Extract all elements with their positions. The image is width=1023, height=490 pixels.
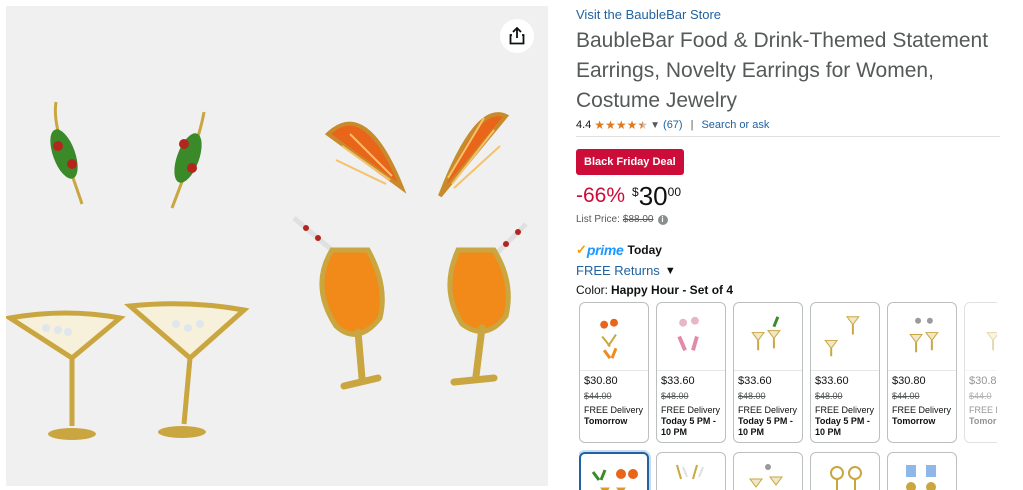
star-icon: ★ [626, 118, 638, 132]
list-price: List Price: $88.00 i [576, 214, 668, 225]
variant-swatch[interactable]: $30.80 $44.00 FREE Delivery Tomorrow [579, 302, 649, 443]
variant-delivery: FREE Delivery Today 5 PM - 10 PM [738, 405, 798, 437]
product-page: Visit the BaubleBar Store BaubleBar Food… [0, 0, 1023, 490]
variant-swatch-selected[interactable] [579, 452, 649, 490]
store-link[interactable]: Visit the BaubleBar Store [576, 7, 721, 22]
variant-delivery: FREE Delivery Tomorrow [892, 405, 952, 426]
variant-swatch[interactable] [656, 452, 726, 490]
variant-thumbnail [965, 332, 997, 371]
earrings-image [6, 101, 528, 440]
prime-day: Today [627, 243, 662, 257]
variant-swatch[interactable]: $30.8 $44.0 FREE DTomor [964, 302, 997, 443]
rating-row: 4.4 ★ ★ ★ ★ ★ ▼ (67) | Search or ask [576, 117, 769, 133]
variant-swatch[interactable] [887, 452, 957, 490]
star-icon: ★ [605, 118, 616, 132]
variant-old-price: $44.00 [584, 391, 612, 401]
variant-price: $30.80 [584, 375, 618, 387]
variant-price: $33.60 [815, 375, 849, 387]
variant-price: $30.8 [969, 375, 997, 387]
star-rating[interactable]: ★ ★ ★ ★ ★ [594, 119, 648, 131]
martini-glass-left [6, 310, 126, 440]
chevron-down-icon: ▼ [664, 264, 676, 277]
variant-thumbnail [811, 316, 879, 371]
color-label: Color: [576, 283, 609, 297]
spritz-glass-left [292, 216, 385, 390]
variant-delivery: FREE Delivery Today 5 PM - 10 PM [815, 405, 875, 437]
color-selector-label: Color: Happy Hour - Set of 4 [576, 283, 733, 297]
free-returns-link[interactable]: FREE Returns ▼ [576, 263, 676, 278]
price-symbol: $ [632, 185, 639, 199]
prime-badge: ✓ prime Today [576, 242, 662, 258]
price-whole: 30 [638, 181, 668, 211]
prime-logo: prime [586, 242, 624, 258]
martini-glass-right [123, 301, 250, 438]
variant-old-price: $44.00 [892, 391, 920, 401]
olive-earring-right [170, 111, 206, 209]
variant-swatch[interactable]: $33.60 $48.00 FREE Delivery Today 5 PM - … [733, 302, 803, 443]
variant-price: $33.60 [738, 375, 772, 387]
chevron-down-icon[interactable]: ▼ [650, 120, 660, 131]
rating-value: 4.4 [576, 119, 592, 131]
discount-percent: -66% [576, 184, 626, 207]
product-details: Visit the BaubleBar Store BaubleBar Food… [576, 0, 1016, 490]
list-price-value: $88.00 [622, 214, 654, 225]
variant-thumbnail [591, 469, 638, 490]
price-fraction: 00 [667, 185, 681, 199]
variant-price: $33.60 [661, 375, 695, 387]
variant-swatch[interactable] [733, 452, 803, 490]
variant-price: $30.80 [892, 375, 926, 387]
variant-thumbnail [749, 464, 783, 488]
share-button[interactable] [500, 19, 534, 53]
orange-slice-left [324, 121, 407, 194]
variant-swatch[interactable]: $33.60 $48.00 FREE Delivery Today 5 PM - … [656, 302, 726, 443]
variant-old-price: $48.00 [815, 391, 843, 401]
star-icon: ★ [615, 118, 627, 132]
variant-thumbnail [676, 464, 704, 480]
product-title: BaubleBar Food & Drink-Themed Statement … [576, 29, 989, 112]
separator: | [690, 119, 694, 131]
prime-check-icon: ✓ [576, 242, 587, 257]
variant-thumbnail [906, 465, 936, 490]
half-star-icon: ★ [637, 118, 649, 132]
olive-earring-left [50, 101, 84, 205]
variant-thumbnail [580, 318, 648, 371]
variant-thumbnail [830, 466, 862, 490]
orange-slice-right [438, 112, 510, 198]
list-price-label: List Price: [576, 214, 620, 225]
share-icon [509, 27, 525, 45]
price-row: -66% $ 30 00 [576, 180, 681, 212]
main-product-image[interactable] [6, 6, 548, 486]
variant-delivery: FREE Delivery Today 5 PM - 10 PM [661, 405, 721, 437]
variant-thumbnail [657, 316, 725, 371]
search-or-ask-link[interactable]: Search or ask [701, 119, 769, 131]
rating-count-link[interactable]: (67) [663, 119, 683, 131]
variant-delivery: FREE Delivery Tomorrow [584, 405, 644, 426]
variant-thumbnail [888, 317, 956, 371]
variant-swatch[interactable]: $30.80 $44.00 FREE Delivery Tomorrow [887, 302, 957, 443]
variant-old-price: $48.00 [661, 391, 689, 401]
variant-swatches: $30.80 $44.00 FREE Delivery Tomorrow $33.… [579, 302, 997, 490]
variant-thumbnail [734, 316, 802, 371]
variant-swatch[interactable] [810, 452, 880, 490]
free-returns-label: FREE Returns [576, 263, 660, 278]
spritz-glass-right [447, 222, 528, 386]
variant-delivery: FREE DTomor [969, 405, 997, 426]
divider [576, 136, 1000, 137]
variant-old-price: $44.0 [969, 391, 992, 401]
variant-swatch[interactable]: $33.60 $48.00 FREE Delivery Today 5 PM - … [810, 302, 880, 443]
color-value: Happy Hour - Set of 4 [611, 283, 734, 297]
star-icon: ★ [594, 118, 606, 132]
deal-badge: Black Friday Deal [576, 149, 684, 175]
info-icon[interactable]: i [657, 214, 668, 225]
variant-old-price: $48.00 [738, 391, 766, 401]
